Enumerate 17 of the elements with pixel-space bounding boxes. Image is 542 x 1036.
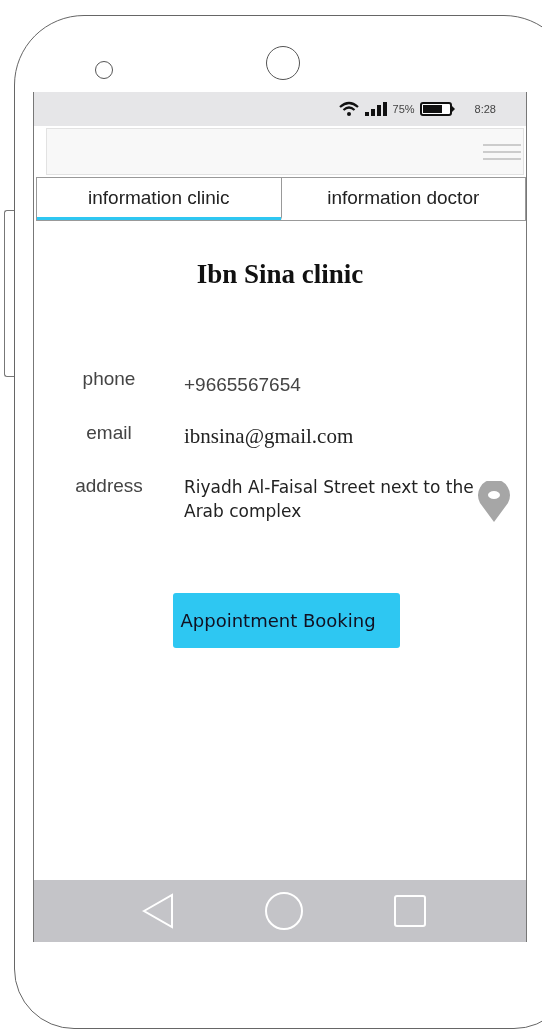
battery-icon <box>419 101 456 117</box>
field-value: ibnsina@gmail.com <box>184 424 355 449</box>
wifi-icon <box>338 101 359 117</box>
home-icon[interactable] <box>264 891 304 931</box>
clinic-title: Ibn Sina clinic <box>196 259 364 290</box>
back-icon[interactable] <box>142 893 174 929</box>
clock-time: 8:28 <box>474 103 496 115</box>
field-label: address <box>74 475 144 497</box>
field-label: email <box>85 422 133 444</box>
field-value: Riyadh Al-Faisal Street next to the Arab complex <box>184 476 474 523</box>
field-label: phone <box>81 368 137 390</box>
battery-percent: 75% <box>392 103 415 115</box>
recents-icon[interactable] <box>394 895 426 927</box>
field-value: +9665567654 <box>184 374 302 396</box>
location-pin-icon[interactable] <box>475 481 513 523</box>
signal-icon <box>363 101 388 117</box>
booking-button[interactable]: Appointment Booking <box>172 593 400 648</box>
